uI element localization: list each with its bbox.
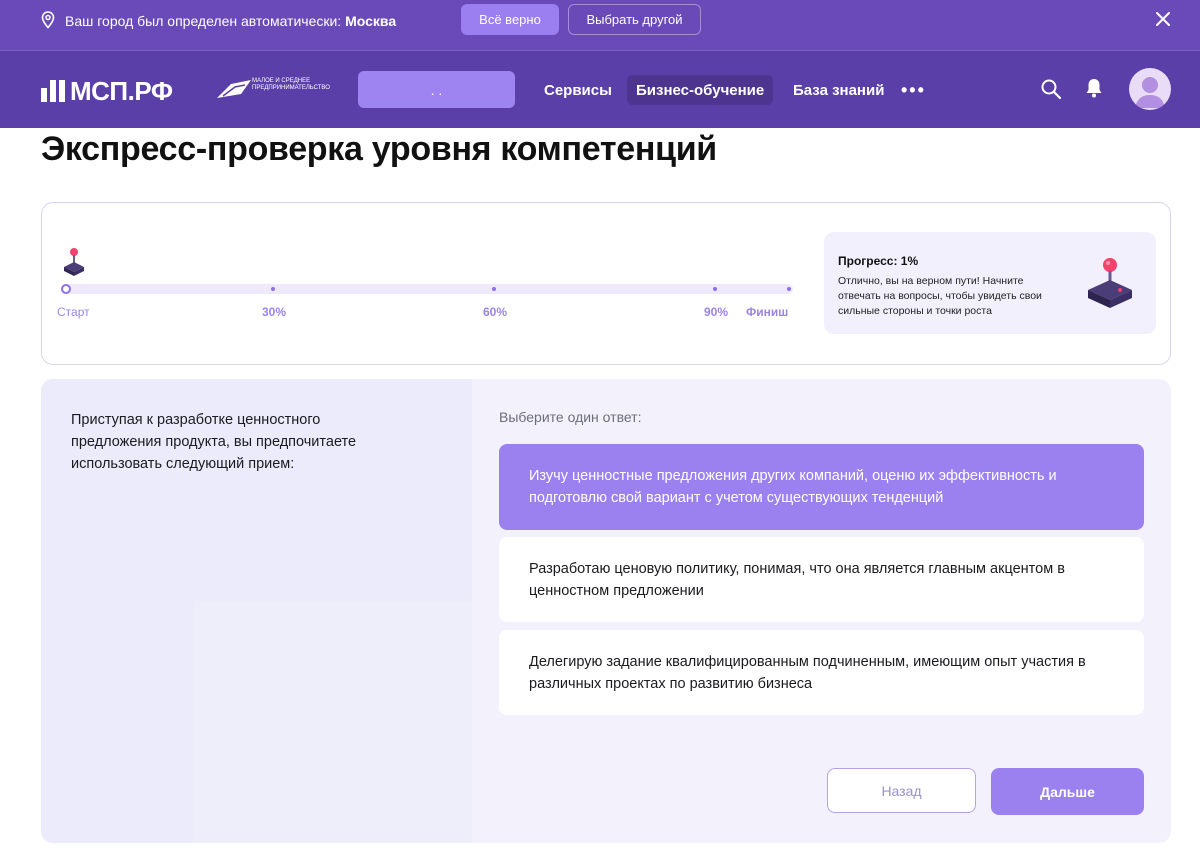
answer-option-label: Делегирую задание квалифицированным подч…	[529, 653, 1086, 692]
location-pin-icon	[41, 11, 55, 29]
progress-dot-finish	[787, 287, 791, 291]
answer-prompt: Выберите один ответ:	[499, 409, 642, 425]
answer-option-1[interactable]: Изучу ценностные предложения других комп…	[499, 444, 1144, 530]
header-divider	[0, 50, 1200, 51]
progress-label-90: 90%	[704, 305, 729, 319]
progress-track	[61, 284, 793, 294]
joystick-icon	[1088, 258, 1132, 308]
city-detected-text: Ваш город был определен автоматически: М…	[65, 12, 396, 30]
city-bar: Ваш город был определен автоматически: М…	[0, 0, 1200, 50]
answer-option-label: Разработаю ценовую политику, понимая, чт…	[529, 560, 1065, 599]
close-icon[interactable]	[1152, 8, 1174, 30]
site-header: МСП.РФ Малое и среднее предпринимательст…	[0, 50, 1200, 128]
answer-option-3[interactable]: Делегирую задание квалифицированным подч…	[499, 630, 1144, 715]
search-input[interactable]: . .	[358, 71, 515, 108]
user-avatar-icon	[1135, 77, 1165, 108]
logo-text[interactable]: МСП.РФ	[70, 76, 173, 107]
user-avatar[interactable]	[1129, 68, 1171, 110]
progress-label-60: 60%	[483, 305, 508, 319]
next-button[interactable]: Дальше	[991, 768, 1144, 815]
progress-label-30: 30%	[262, 305, 287, 319]
corporation-logo-text: Малое и среднее предпринимательство	[252, 78, 330, 91]
question-panel: Приступая к разработке ценностного предл…	[41, 379, 472, 843]
question-text: Приступая к разработке ценностного предл…	[71, 412, 357, 472]
question-panel-decoration	[193, 601, 472, 843]
progress-dot-30	[271, 287, 275, 291]
nav-knowledge-base[interactable]: База знаний	[793, 75, 884, 105]
city-choose-other-button[interactable]: Выбрать другой	[568, 4, 701, 35]
bell-icon[interactable]	[1083, 77, 1105, 99]
progress-dot-90	[713, 287, 717, 291]
city-name: Москва	[345, 13, 397, 29]
progress-label-start: Старт	[57, 305, 90, 319]
nav-services[interactable]: Сервисы	[544, 75, 612, 105]
city-prefix: Ваш город был определен автоматически:	[65, 13, 342, 29]
progress-info-box: Прогресс: 1% Отлично, вы на верном пути!…	[824, 232, 1156, 334]
progress-description: Отлично, вы на верном пути! Начните отве…	[838, 275, 1042, 317]
progress-card: Старт 30% 60% 90% Финиш Прогресс: 1% Отл…	[41, 202, 1171, 365]
question-section: Приступая к разработке ценностного предл…	[41, 379, 1171, 843]
corporation-logo-icon	[217, 80, 251, 98]
page-title: Экспресс-проверка уровня компетенций	[41, 130, 717, 168]
msp-logo-icon[interactable]	[41, 80, 65, 102]
search-icon[interactable]	[1040, 78, 1062, 100]
city-confirm-button[interactable]: Всё верно	[461, 4, 559, 35]
back-button[interactable]: Назад	[827, 768, 976, 813]
progress-title: Прогресс: 1%	[838, 254, 919, 268]
nav-business-learning[interactable]: Бизнес-обучение	[627, 75, 774, 105]
answer-option-2[interactable]: Разработаю ценовую политику, понимая, чт…	[499, 537, 1144, 622]
progress-dot-60	[492, 287, 496, 291]
joystick-marker-icon	[64, 248, 84, 276]
progress-label-finish: Финиш	[746, 305, 789, 319]
nav-more-icon[interactable]: •••	[901, 75, 926, 105]
progress-start-marker	[61, 284, 71, 294]
answer-option-label: Изучу ценностные предложения других комп…	[529, 468, 1057, 506]
